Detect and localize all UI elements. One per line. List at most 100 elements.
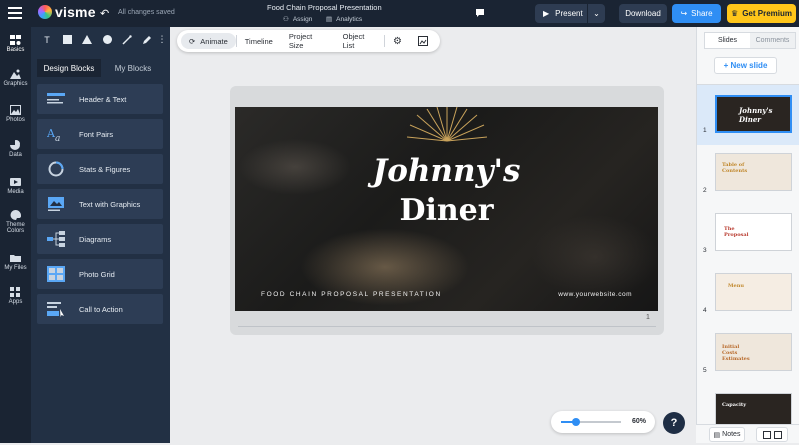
share-button[interactable]: ↪ Share [672, 4, 721, 23]
block-text-graphics[interactable]: Text with Graphics [37, 189, 163, 219]
premium-label: Get Premium [742, 9, 792, 18]
slide-number: 5 [703, 367, 707, 374]
chevron-down-icon[interactable]: ⌄ [587, 4, 605, 23]
comment-icon[interactable] [475, 8, 485, 18]
graphics-icon [10, 69, 21, 79]
nav-item-media[interactable]: Media [0, 177, 31, 195]
timeline-button[interactable]: Timeline [237, 33, 281, 49]
zoom-value[interactable]: 60% [632, 418, 646, 425]
slide-number: 1 [703, 127, 707, 134]
grid-view-button[interactable] [756, 427, 788, 442]
slide-number: 4 [703, 307, 707, 314]
tab-comments[interactable]: Comments [750, 33, 795, 48]
slide-thumbnail[interactable]: Table of Contents [715, 153, 792, 191]
left-nav: Basics Graphics Photos Data Media Theme … [0, 27, 31, 443]
share-label: Share [691, 9, 713, 18]
block-stats-figures[interactable]: Stats & Figures [37, 154, 163, 184]
nav-item-basics[interactable]: Basics [0, 35, 31, 53]
share-icon: ↪ [680, 9, 688, 18]
thumbnail-title: Menu [728, 283, 744, 289]
slide-title-line-2[interactable]: Diner [235, 193, 658, 228]
present-button[interactable]: ▶ Present ⌄ [535, 4, 605, 23]
basics-icon [10, 35, 21, 45]
block-header-text[interactable]: Header & Text [37, 84, 163, 114]
notes-label: Notes [722, 431, 741, 438]
nav-item-theme-colors[interactable]: Theme Colors [0, 210, 31, 234]
slide-thumbnail[interactable]: Menu [715, 273, 792, 311]
block-label: Call to Action [79, 304, 123, 314]
tab-slides[interactable]: Slides [705, 33, 750, 48]
new-slide-button[interactable]: + New slide [714, 57, 777, 74]
download-button[interactable]: Download [619, 4, 667, 23]
more-vertical-icon[interactable]: ⋮ [158, 32, 167, 48]
nav-item-photos[interactable]: Photos [0, 105, 31, 123]
settings-gear-icon[interactable]: ⚙ [385, 33, 410, 49]
photo-grid-icon [47, 266, 65, 282]
animate-icon: ⟳ [189, 36, 196, 46]
palette-icon [10, 210, 21, 220]
slide-thumbnail-row[interactable]: 2 Table of Contents [697, 145, 799, 205]
triangle-icon[interactable] [79, 32, 95, 48]
slide-subtitle[interactable]: FOOD CHAIN PROPOSAL PRESENTATION [261, 291, 442, 298]
folder-icon [10, 255, 21, 262]
call-to-action-icon [47, 302, 64, 317]
assign-button[interactable]: ⚇ Assign [283, 15, 312, 24]
slide-thumbnail[interactable]: The Proposal [715, 213, 792, 251]
thumbnail-title: The Proposal [724, 226, 749, 238]
play-icon: ▶ [543, 9, 550, 18]
nav-label: Media [7, 189, 24, 195]
block-label: Header & Text [79, 94, 127, 104]
circle-icon[interactable] [99, 32, 115, 48]
notes-button[interactable]: ▤ Notes [709, 427, 745, 442]
block-photo-grid[interactable]: Photo Grid [37, 259, 163, 289]
logo-mark-icon [38, 5, 52, 19]
slide-canvas[interactable]: Johnny's Diner FOOD CHAIN PROPOSAL PRESE… [235, 107, 658, 311]
thumbnail-title: Initial Costs Estimates [722, 344, 750, 362]
header-text-icon [47, 93, 65, 104]
media-icon [10, 178, 21, 186]
slide-thumbnail[interactable]: Johnny's Diner [715, 95, 792, 133]
svg-text:a: a [55, 134, 60, 142]
slides-panel: Slides Comments + New slide 1 Johnny's D… [696, 27, 799, 443]
image-settings-icon[interactable] [410, 33, 436, 49]
rectangle-icon[interactable] [59, 32, 75, 48]
nav-label: My Files [4, 265, 27, 271]
animate-button[interactable]: ⟳ Animate [181, 33, 236, 49]
analytics-button[interactable]: ▤ Analytics [326, 15, 362, 24]
project-size-button[interactable]: Project Size [281, 32, 335, 50]
slides-panel-footer: ▤ Notes [696, 424, 799, 443]
slide-thumbnail-row[interactable]: 5 Initial Costs Estimates [697, 325, 799, 385]
block-diagrams[interactable]: Diagrams [37, 224, 163, 254]
tab-my-blocks[interactable]: My Blocks [101, 59, 165, 77]
slide-thumbnail-row[interactable]: 1 Johnny's Diner [697, 85, 799, 145]
hamburger-menu-icon[interactable] [8, 7, 22, 19]
pen-icon[interactable] [139, 32, 155, 48]
nav-label: Theme Colors [6, 222, 25, 234]
text-tool[interactable]: T [39, 32, 55, 48]
logo-text: visme [55, 4, 96, 20]
get-premium-button[interactable]: ♛ Get Premium [727, 4, 796, 23]
nav-item-graphics[interactable]: Graphics [0, 69, 31, 87]
logo[interactable]: visme [38, 4, 96, 20]
help-button[interactable]: ? [663, 412, 685, 434]
magic-wand-icon[interactable] [119, 32, 135, 48]
object-list-button[interactable]: Object List [335, 32, 384, 50]
nav-item-my-files[interactable]: My Files [0, 253, 31, 271]
block-call-to-action[interactable]: Call to Action [37, 294, 163, 324]
slide-thumbnail[interactable]: Initial Costs Estimates [715, 333, 792, 371]
zoom-control: 60% [551, 411, 655, 433]
slide-title-line-1[interactable]: Johnny's [235, 153, 658, 189]
nav-label: Photos [6, 117, 25, 123]
slide-thumbnail-row[interactable]: 4 Menu [697, 265, 799, 325]
data-icon [10, 140, 20, 150]
slide-thumbnail-row[interactable]: 3 The Proposal [697, 205, 799, 265]
document-title[interactable]: Food Chain Proposal Presentation [267, 3, 382, 12]
nav-item-data[interactable]: Data [0, 140, 31, 158]
sunburst-decoration-icon [407, 107, 487, 142]
slide-website[interactable]: www.yourwebsite.com [558, 291, 632, 298]
nav-item-apps[interactable]: Apps [0, 287, 31, 305]
undo-icon[interactable]: ↶ [100, 7, 109, 20]
zoom-slider-handle[interactable] [572, 418, 580, 426]
tab-design-blocks[interactable]: Design Blocks [37, 59, 101, 77]
block-font-pairs[interactable]: Aa Font Pairs [37, 119, 163, 149]
